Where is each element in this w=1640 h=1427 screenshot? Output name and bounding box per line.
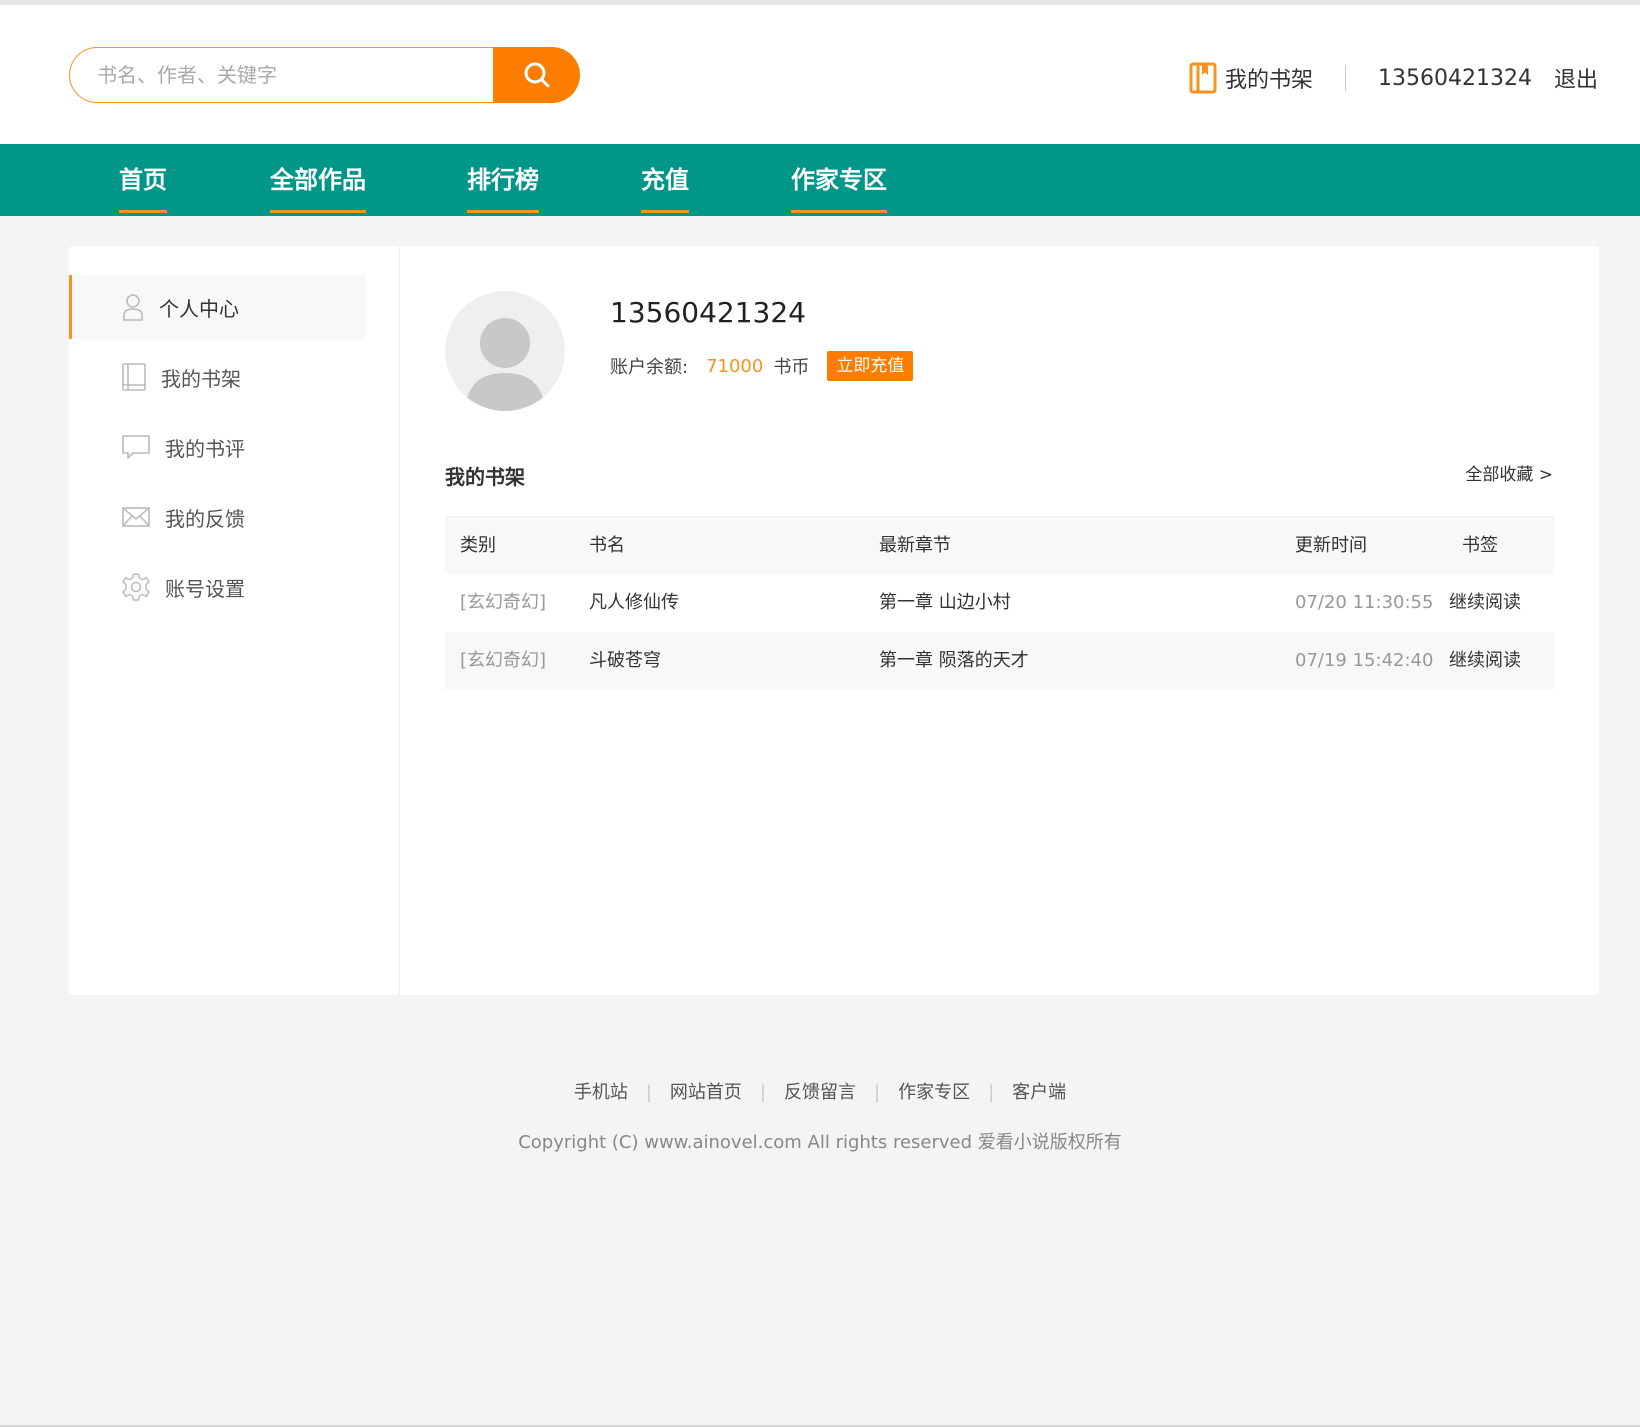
footer-separator: | [645, 1082, 652, 1103]
table-header-row: 类别 书名 最新章节 更新时间 书签 [445, 516, 1554, 574]
nav-item-author-zone[interactable]: 作家专区 [791, 144, 887, 216]
header: 我的书架 13560421324 退出 [0, 5, 1640, 144]
footer-separator: | [759, 1082, 766, 1103]
footer-separator: | [874, 1082, 881, 1103]
balance-amount: 71000 [706, 355, 764, 377]
book-update-time: 07/20 11:30:55 [1295, 592, 1434, 613]
content-panel: 个人中心 我的书架 我的书评 我的反馈 账号设置 13560421324 账户余… [69, 246, 1599, 995]
header-divider [1345, 65, 1347, 91]
footer-separator: | [988, 1082, 995, 1103]
book-latest-chapter[interactable]: 第一章 山边小村 [879, 574, 1011, 632]
comment-icon [122, 435, 150, 459]
sidebar-item-label: 我的书架 [161, 366, 241, 391]
search-input[interactable] [69, 47, 509, 103]
book-category[interactable]: [玄幻奇幻] [460, 632, 546, 690]
nav-underline [270, 210, 366, 213]
sidebar-item-my-feedback[interactable]: 我的反馈 [69, 485, 366, 549]
header-shelf-link[interactable]: 我的书架 [1189, 62, 1313, 94]
table-row: [玄幻奇幻] 凡人修仙传 第一章 山边小村 07/20 11:30:55 继续阅… [445, 574, 1554, 632]
sidebar-item-label: 个人中心 [159, 296, 239, 321]
logout-link[interactable]: 退出 [1554, 62, 1598, 94]
nav-item-label: 作家专区 [791, 166, 887, 194]
book-category[interactable]: [玄幻奇幻] [460, 574, 546, 632]
search-icon [524, 62, 549, 88]
user-area: 我的书架 13560421324 退出 [1189, 60, 1598, 96]
sidebar-item-label: 我的书评 [165, 436, 245, 461]
recharge-button[interactable]: 立即充值 [827, 351, 914, 381]
sidebar-item-my-reviews[interactable]: 我的书评 [69, 415, 366, 479]
footer-link-feedback[interactable]: 反馈留言 [784, 1082, 856, 1103]
copyright-text: Copyright (C) www.ainovel.com All rights… [518, 1132, 1122, 1153]
table-row: [玄幻奇幻] 斗破苍穹 第一章 陨落的天才 07/19 15:42:40 继续阅… [445, 632, 1554, 690]
nav-underline [641, 210, 689, 213]
default-avatar-icon [465, 318, 545, 411]
shelf-section-title: 我的书架 [445, 465, 525, 489]
nav-underline [467, 210, 539, 213]
sidebar-item-label: 账号设置 [165, 576, 245, 601]
book-icon [122, 363, 146, 391]
main-nav: 首页 全部作品 排行榜 充值 作家专区 [0, 144, 1640, 216]
footer-link-author-zone[interactable]: 作家专区 [898, 1082, 970, 1103]
nav-item-ranking[interactable]: 排行榜 [467, 144, 539, 216]
all-favorites-link[interactable]: 全部收藏 > [1465, 460, 1553, 485]
balance-label: 账户余额: [610, 357, 689, 378]
footer-link-mobile[interactable]: 手机站 [574, 1082, 628, 1103]
column-header-update-time: 更新时间 [1295, 535, 1367, 556]
bookshelf-icon [1189, 62, 1217, 94]
search-button[interactable] [493, 47, 580, 103]
sidebar-item-label: 我的反馈 [165, 506, 245, 531]
nav-item-recharge[interactable]: 充值 [641, 144, 689, 216]
mail-icon [122, 507, 150, 527]
profile-username: 13560421324 [610, 296, 806, 329]
nav-item-label: 排行榜 [467, 166, 539, 194]
gear-icon [122, 573, 150, 601]
footer-links: 手机站 | 网站首页 | 反馈留言 | 作家专区 | 客户端 [0, 1078, 1640, 1104]
search-bar [69, 47, 580, 103]
nav-underline [791, 210, 887, 213]
continue-reading-link[interactable]: 继续阅读 [1431, 632, 1539, 690]
continue-reading-link[interactable]: 继续阅读 [1431, 574, 1539, 632]
nav-item-home[interactable]: 首页 [119, 144, 167, 216]
sidebar-item-my-shelf[interactable]: 我的书架 [69, 345, 366, 409]
sidebar-item-account-settings[interactable]: 账号设置 [69, 555, 366, 619]
avatar [445, 291, 565, 411]
nav-item-label: 全部作品 [270, 166, 366, 194]
column-header-title: 书名 [589, 535, 625, 556]
nav-underline [119, 210, 167, 213]
book-latest-chapter[interactable]: 第一章 陨落的天才 [879, 632, 1029, 690]
nav-item-label: 首页 [119, 166, 167, 194]
book-title[interactable]: 斗破苍穹 [589, 632, 661, 690]
header-shelf-label: 我的书架 [1225, 68, 1314, 93]
book-title[interactable]: 凡人修仙传 [589, 574, 679, 632]
sidebar-item-personal-center[interactable]: 个人中心 [69, 275, 366, 339]
nav-item-label: 充值 [641, 166, 689, 194]
column-header-latest-chapter: 最新章节 [879, 535, 951, 556]
header-phone[interactable]: 13560421324 [1378, 66, 1532, 91]
footer-link-client[interactable]: 客户端 [1012, 1082, 1066, 1103]
column-header-category: 类别 [460, 535, 496, 556]
sidebar: 个人中心 我的书架 我的书评 我的反馈 账号设置 [69, 246, 400, 995]
balance-row: 账户余额: 71000 书币 立即充值 [610, 350, 914, 382]
user-icon [123, 294, 143, 321]
column-header-bookmark: 书签 [1462, 535, 1498, 556]
balance-unit: 书币 [773, 357, 810, 378]
book-update-time: 07/19 15:42:40 [1295, 650, 1434, 671]
footer-link-home[interactable]: 网站首页 [670, 1082, 742, 1103]
nav-item-all-works[interactable]: 全部作品 [270, 144, 366, 216]
